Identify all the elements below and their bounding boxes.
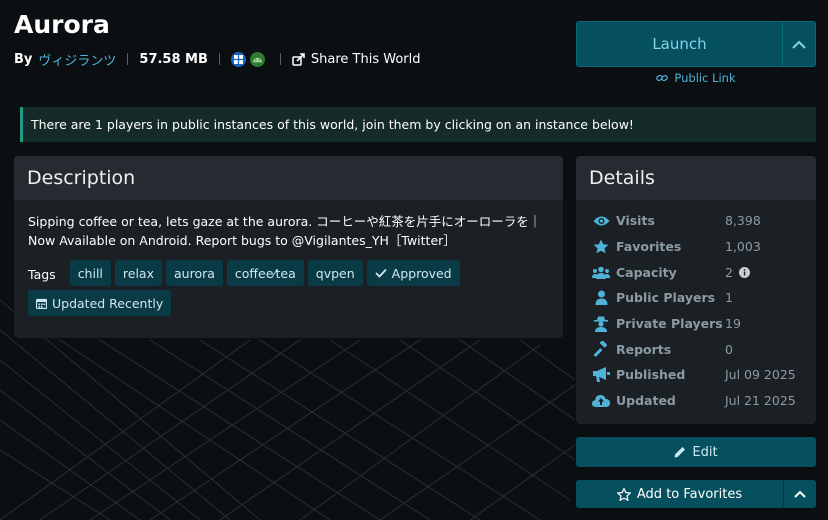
user-icon xyxy=(592,289,610,307)
favorites-options-button[interactable] xyxy=(783,480,816,508)
description-text: Sipping coffee or tea, lets gaze at the … xyxy=(28,214,542,248)
share-label: Share This World xyxy=(310,51,421,67)
check-icon xyxy=(375,268,387,278)
launch-options-button[interactable] xyxy=(782,22,815,66)
detail-label: Capacity xyxy=(616,264,677,280)
edit-button[interactable]: Edit xyxy=(576,437,816,467)
eye-icon xyxy=(592,212,610,230)
divider xyxy=(218,53,220,65)
tag-updated-recently[interactable]: Updated Recently xyxy=(28,290,172,316)
launch-button-group: Launch xyxy=(576,21,816,67)
detail-label: Favorites xyxy=(616,239,682,255)
link-icon xyxy=(656,74,669,82)
detail-row-private-players: Private Players 19 xyxy=(576,311,816,337)
megaphone-icon xyxy=(592,366,610,384)
details-card: Details Visits 8,398 Favorites 1,003 Cap… xyxy=(576,156,816,424)
detail-row-capacity: Capacity 2 xyxy=(576,259,816,285)
by-label: By xyxy=(14,51,33,67)
tag-chill[interactable]: chill xyxy=(69,260,111,286)
gavel-icon xyxy=(592,340,610,358)
detail-value: 1 xyxy=(725,290,733,306)
public-instances-banner: There are 1 players in public instances … xyxy=(20,107,816,142)
tag-coffee-tea[interactable]: coffee⁄tea xyxy=(226,260,304,286)
detail-value: 0 xyxy=(725,341,733,357)
detail-value: Jul 21 2025 xyxy=(725,393,796,409)
cloud-upload-icon xyxy=(592,392,610,410)
favorites-label: Add to Favorites xyxy=(636,486,743,502)
author-link[interactable]: ヴィジランツ xyxy=(38,50,116,69)
tags-row-secondary: Updated Recently xyxy=(14,286,563,316)
detail-label: Public Players xyxy=(616,290,716,306)
detail-row-favorites: Favorites 1,003 xyxy=(576,234,816,260)
users-icon xyxy=(592,263,610,281)
star-icon xyxy=(592,238,610,256)
tags-row: Tags chill relax aurora coffee⁄tea qvpen… xyxy=(14,250,563,286)
windows-icon xyxy=(230,51,246,67)
tags-label: Tags xyxy=(28,266,56,282)
details-list: Visits 8,398 Favorites 1,003 Capacity 2 … xyxy=(576,200,816,414)
pencil-icon xyxy=(674,447,686,458)
updated-recently-label: Updated Recently xyxy=(52,295,164,311)
world-meta-row: By ヴィジランツ 57.58 MB Share This World xyxy=(14,50,421,69)
public-link[interactable]: Public Link xyxy=(576,71,816,85)
favorites-button-group: Add to Favorites xyxy=(576,480,816,508)
detail-value-wrap: 2 xyxy=(725,265,750,280)
incognito-icon xyxy=(592,315,610,333)
detail-label: Reports xyxy=(616,341,672,357)
detail-row-public-players: Public Players 1 xyxy=(576,285,816,311)
detail-value: 2 xyxy=(725,264,733,280)
android-icon xyxy=(249,51,265,67)
share-icon xyxy=(292,52,305,66)
info-icon[interactable] xyxy=(738,266,750,278)
approved-label: Approved xyxy=(391,265,452,281)
detail-value: 8,398 xyxy=(725,213,761,229)
public-link-label: Public Link xyxy=(674,71,736,85)
share-world-button[interactable]: Share This World xyxy=(292,52,421,67)
tag-approved[interactable]: Approved xyxy=(366,260,460,286)
tag-qvpen[interactable]: qvpen xyxy=(307,260,363,286)
detail-row-visits: Visits 8,398 xyxy=(576,208,816,234)
description-heading: Description xyxy=(14,156,563,200)
world-size: 57.58 MB xyxy=(139,51,208,67)
chevron-up-icon xyxy=(792,40,806,49)
detail-label: Private Players xyxy=(616,316,723,332)
divider xyxy=(127,53,129,65)
edit-label: Edit xyxy=(692,444,718,460)
calendar-icon xyxy=(36,298,47,309)
detail-row-reports: Reports 0 xyxy=(576,336,816,362)
tag-aurora[interactable]: aurora xyxy=(166,260,223,286)
chevron-up-icon xyxy=(794,490,806,498)
detail-label: Updated xyxy=(616,393,676,409)
detail-label: Visits xyxy=(616,213,655,229)
add-to-favorites-button[interactable]: Add to Favorites xyxy=(576,480,783,508)
detail-row-published: Published Jul 09 2025 xyxy=(576,362,816,388)
description-card: Description Sipping coffee or tea, lets … xyxy=(14,156,563,338)
world-title: Aurora xyxy=(14,10,110,39)
launch-button[interactable]: Launch xyxy=(577,22,782,66)
star-outline-icon xyxy=(616,487,631,501)
detail-value: 19 xyxy=(725,316,741,332)
details-heading: Details xyxy=(576,156,816,200)
detail-row-updated: Updated Jul 21 2025 xyxy=(576,388,816,414)
detail-value: Jul 09 2025 xyxy=(725,367,796,383)
detail-value: 1,003 xyxy=(725,239,761,255)
divider xyxy=(279,53,281,65)
tag-relax[interactable]: relax xyxy=(114,260,162,286)
detail-label: Published xyxy=(616,367,686,383)
